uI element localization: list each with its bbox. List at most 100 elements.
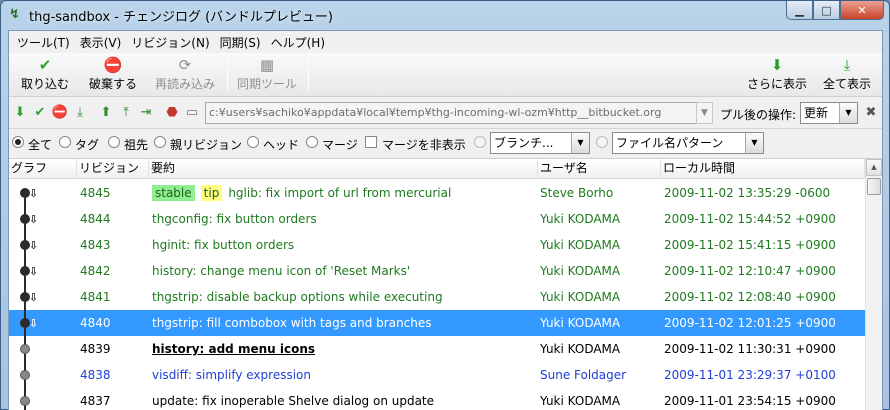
rev-cell: 4842 (80, 264, 111, 278)
stop-sign-icon[interactable]: ⬣ (163, 103, 181, 123)
summary-text: thgstrip: disable backup options while e… (152, 290, 443, 304)
summary-text: hginit: fix button orders (152, 238, 295, 252)
after-pull-value: 更新 (804, 106, 829, 120)
menu-bar: ツール(T) 表示(V) リビジョン(N) 同期(S) ヘルプ(H) (9, 31, 882, 53)
outgoing-icon[interactable]: ⬆ (97, 103, 115, 123)
file-pattern-value: ファイル名パターン (616, 136, 724, 150)
column-user[interactable]: ユーザ名 (538, 159, 661, 179)
vertical-scrollbar[interactable]: ▲ (865, 159, 882, 410)
table-row[interactable]: ⇩ 4842 history: change menu icon of 'Reset… (9, 258, 865, 284)
maximize-button[interactable]: □ (813, 1, 840, 20)
remote-url-text: c:¥users¥sachiko¥appdata¥local¥temp¥thg-… (209, 106, 662, 119)
table-row[interactable]: ⇩ 4840 thgstrip: fill combobox with tags a… (9, 310, 865, 336)
user-cell: Yuki KODAMA (540, 290, 621, 304)
summary-cell: stable tip hglib: fix import of url from m… (152, 180, 537, 206)
toolbar-separator (308, 59, 309, 91)
incoming-arrow-icon: ⇩ (29, 187, 39, 200)
filter-merges-label: マージ (322, 138, 358, 152)
show-more-button[interactable]: ⬇ さらに表示 (745, 55, 809, 95)
close-button[interactable]: ✕ (840, 1, 884, 20)
summary-cell: visdiff: simplify expression (152, 362, 537, 388)
rev-cell: 4843 (80, 238, 111, 252)
table-row[interactable]: ⇩ 4843 hginit: fix button orders Yuki KODAM… (9, 232, 865, 258)
app-window: ↯ thg-sandbox - チェンジログ (バンドルプレビュー) ▁ □ ✕… (0, 0, 890, 410)
chevron-down-icon[interactable]: ▼ (839, 103, 857, 123)
filter-parents-radio[interactable] (154, 136, 166, 148)
reject-button[interactable]: ⛔ 破棄する (83, 55, 143, 95)
rev-cell: 4839 (80, 342, 111, 356)
show-all-button[interactable]: ⤓ 全て表示 (817, 55, 877, 95)
reload-button[interactable]: ⟳ 再読み込み (151, 55, 219, 95)
table-row[interactable]: ⇩ 4844 thgconfig: fix button orders Yuki KO… (9, 206, 865, 232)
column-time[interactable]: ローカル時間 (661, 159, 865, 179)
time-cell: 2009-11-02 15:44:52 +0900 (664, 212, 836, 226)
main-toolbar: ✔ 取り込む ⛔ 破棄する ⟳ 再読み込み ▦ 同期ツール ⬇ さらに表示 ⤓ … (9, 53, 882, 97)
filter-heads-label: ヘッド (263, 138, 300, 152)
remote-url-combo[interactable]: c:¥users¥sachiko¥appdata¥local¥temp¥thg-… (205, 102, 697, 124)
filter-file-radio[interactable] (596, 136, 608, 148)
table-row[interactable]: ⇩ 4841 thgstrip: disable backup options wh… (9, 284, 865, 310)
rev-cell: 4844 (80, 212, 111, 226)
menu-revision[interactable]: リビジョン(N) (126, 34, 214, 51)
tag-badge: stable (152, 185, 195, 201)
incoming-icon[interactable]: ⬇ (11, 103, 29, 123)
incoming-arrow-icon: ⇩ (29, 265, 39, 278)
toolbar-separator (227, 59, 228, 91)
checkmark-icon[interactable]: ✔ (31, 103, 49, 123)
title-bar[interactable]: ↯ thg-sandbox - チェンジログ (バンドルプレビュー) ▁ □ ✕ (1, 1, 889, 29)
hide-merges-checkbox[interactable] (365, 136, 377, 148)
table-row[interactable]: 4839 history: add menu icons Yuki KODAMA 20… (9, 336, 865, 362)
download-all-icon: ⤓ (843, 56, 851, 74)
user-cell: Yuki KODAMA (540, 316, 621, 330)
show-all-label: 全て表示 (822, 77, 871, 91)
menu-sync[interactable]: 同期(S) (215, 34, 266, 51)
table-row[interactable]: 4838 visdiff: simplify expression Sune Fol… (9, 362, 865, 388)
scroll-up-icon[interactable]: ▲ (866, 159, 882, 176)
rev-cell: 4840 (80, 316, 111, 330)
url-dropdown-icon[interactable]: ▼ (696, 102, 713, 124)
scroll-thumb[interactable] (867, 178, 881, 195)
incoming-arrow-icon: ⇩ (29, 317, 39, 330)
summary-cell: history: add menu icons (152, 336, 537, 362)
pull-icon[interactable]: ⤓ (71, 103, 89, 123)
folder-icon[interactable]: ▭ (183, 103, 201, 123)
time-cell: 2009-11-02 12:10:47 +0900 (664, 264, 836, 278)
sync-tool-button[interactable]: ▦ 同期ツール (233, 55, 301, 95)
after-pull-combo[interactable]: 更新 ▼ (800, 102, 858, 124)
summary-text: history: change menu icon of 'Reset Mark… (152, 264, 411, 278)
chevron-down-icon[interactable]: ▼ (571, 133, 589, 153)
branch-combo[interactable]: ブランチ... ▼ (490, 132, 590, 154)
minimize-icon: ▁ (795, 3, 804, 17)
filter-ancestors-radio[interactable] (108, 136, 120, 148)
column-rev[interactable]: リビジョン (77, 159, 149, 179)
filter-branch-radio[interactable] (474, 136, 486, 148)
chevron-down-icon[interactable]: ▼ (745, 133, 763, 153)
graph-node (20, 370, 30, 380)
accept-button[interactable]: ✔ 取り込む (15, 55, 75, 95)
column-summary[interactable]: 要約 (149, 159, 538, 179)
filter-tags-radio[interactable] (59, 136, 71, 148)
filter-merges-radio[interactable] (306, 136, 318, 148)
summary-text: history: add menu icons (152, 342, 316, 356)
column-graph[interactable]: グラフ (9, 159, 77, 179)
rev-cell: 4838 (80, 368, 111, 382)
settings-icon[interactable]: ✖ (862, 103, 880, 123)
menu-view[interactable]: 表示(V) (75, 34, 127, 51)
filter-heads-radio[interactable] (247, 136, 259, 148)
table-row[interactable]: ⇩ 4845 stable tip hglib: fix import of url f… (9, 180, 865, 206)
email-icon[interactable]: ⇥ (137, 103, 155, 123)
stop-icon[interactable]: ⛔ (51, 103, 69, 123)
user-cell: Yuki KODAMA (540, 342, 621, 356)
push-icon[interactable]: ⤒ (117, 103, 135, 123)
table-row[interactable]: 4837 update: fix inoperable Shelve dialog… (9, 388, 865, 410)
summary-text: visdiff: simplify expression (152, 368, 311, 382)
time-cell: 2009-11-02 15:41:15 +0900 (664, 238, 836, 252)
menu-tools[interactable]: ツール(T) (12, 34, 75, 51)
filter-tags-label: タグ (75, 138, 100, 152)
filter-all-radio[interactable] (12, 136, 24, 148)
refresh-icon: ⟳ (178, 56, 192, 74)
menu-help[interactable]: ヘルプ(H) (266, 34, 330, 51)
close-icon: ✕ (857, 3, 867, 17)
file-pattern-combo[interactable]: ファイル名パターン ▼ (612, 132, 764, 154)
minimize-button[interactable]: ▁ (786, 1, 813, 20)
